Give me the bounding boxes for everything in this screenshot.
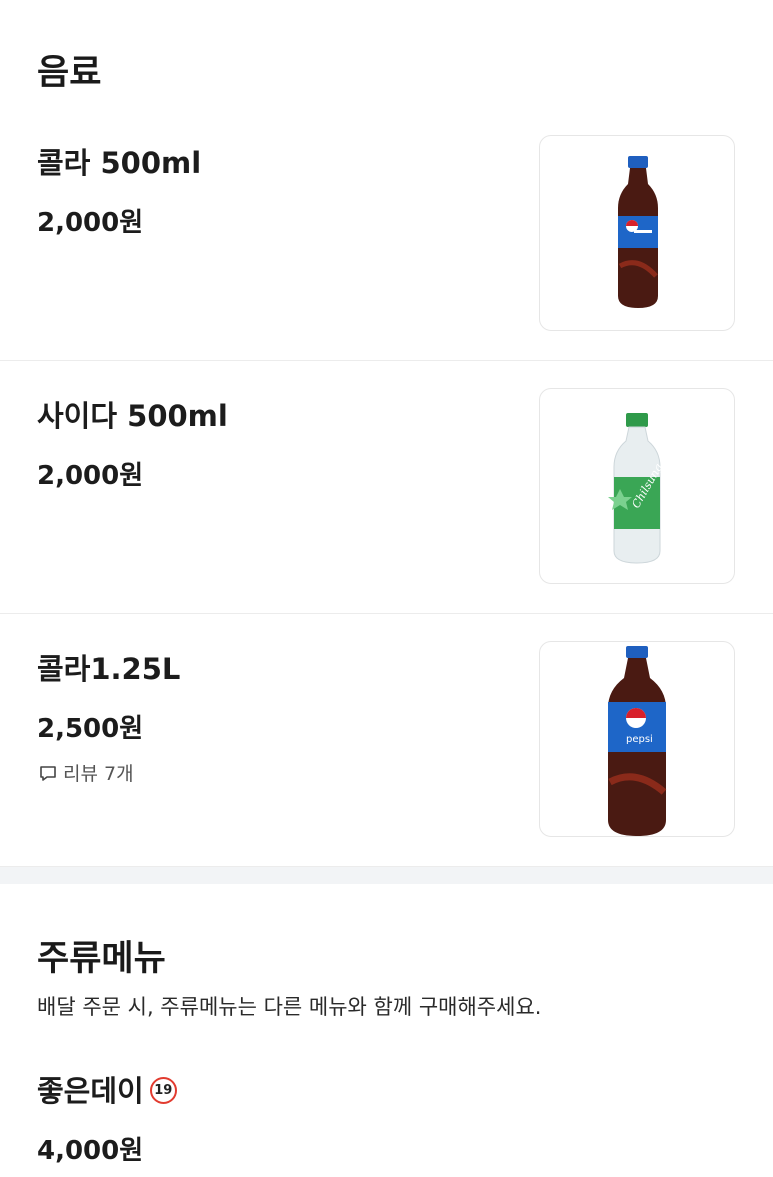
menu-item-name-text: 좋은데이: [37, 1074, 144, 1108]
menu-item[interactable]: 콜라1.25L 2,500원 리뷰 7개 pepsi: [0, 614, 773, 867]
section-notice: 배달 주문 시, 주류메뉴는 다른 메뉴와 함께 구매해주세요.: [37, 995, 542, 1019]
menu-item-price: 2,000원: [37, 461, 144, 491]
menu-item-name: 사이다 500ml: [37, 399, 228, 433]
section-divider: [0, 867, 773, 884]
menu-item[interactable]: 콜라 500ml 2,000원: [0, 108, 773, 361]
menu-item-name: 좋은데이 19: [37, 1068, 177, 1110]
menu-item-name: 콜라1.25L: [37, 652, 181, 686]
age-restriction-badge: 19: [149, 1076, 177, 1104]
menu-item-price: 2,500원: [37, 714, 144, 744]
menu-item-image[interactable]: [539, 135, 735, 331]
menu-item-price: 4,000원: [37, 1136, 144, 1166]
section-title-drinks: 음료: [37, 53, 102, 93]
menu-item-image[interactable]: pepsi: [539, 641, 735, 837]
menu-item-name: 콜라 500ml: [37, 146, 202, 180]
review-label: 리뷰 7개: [63, 763, 134, 785]
menu-item[interactable]: 사이다 500ml 2,000원 Chilsung: [0, 361, 773, 614]
comment-icon: [40, 765, 56, 781]
section-title-alcohol: 주류메뉴: [37, 939, 166, 979]
pepsi-large-bottle-icon: pepsi: [608, 646, 667, 836]
cider-bottle-icon: Chilsung: [608, 413, 665, 564]
pepsi-bottle-icon: [618, 156, 658, 308]
menu-item-price: 2,000원: [37, 208, 144, 238]
review-count[interactable]: 리뷰 7개: [39, 759, 134, 786]
menu-item[interactable]: 좋은데이 19 4,000원: [0, 1050, 773, 1177]
svg-text:pepsi: pepsi: [626, 734, 653, 745]
menu-item-image[interactable]: Chilsung: [539, 388, 735, 584]
